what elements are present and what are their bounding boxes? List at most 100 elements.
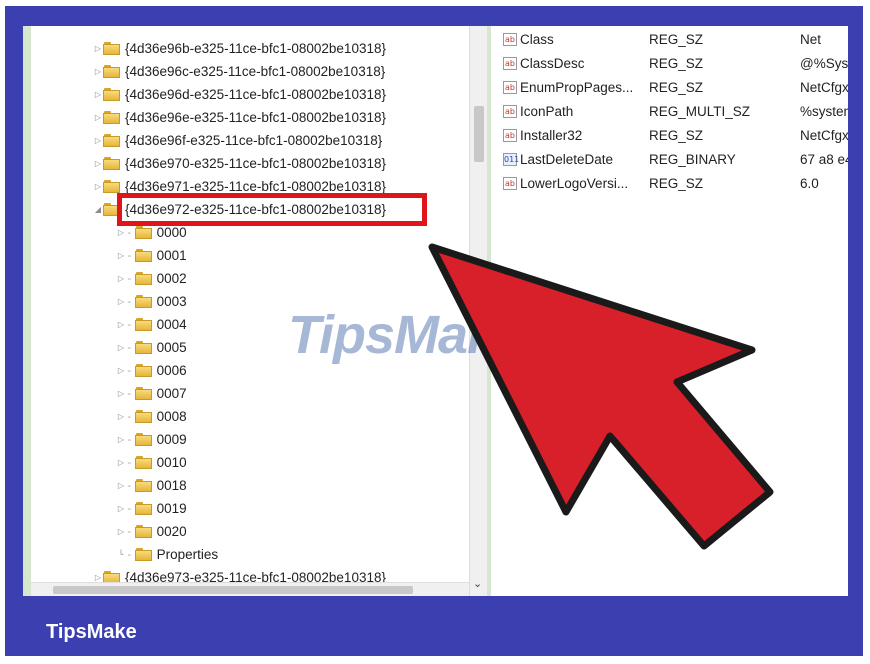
folder-icon: [134, 248, 152, 262]
string-value-icon: ab: [503, 104, 517, 118]
folder-icon: [134, 524, 152, 538]
folder-icon: [134, 386, 152, 400]
folder-icon: [103, 110, 120, 124]
registry-value-row[interactable]: ab EnumPropPages... REG_SZ NetCfgx.: [491, 76, 848, 98]
footer-brand: TipsMake: [46, 621, 137, 643]
expand-arrow-icon[interactable]: ▷: [116, 481, 126, 490]
value-type: REG_MULTI_SZ: [649, 103, 751, 119]
expand-arrow-icon[interactable]: ▷: [116, 527, 126, 536]
tree-connector-line: -: [126, 547, 133, 561]
scroll-down-icon[interactable]: ⌄: [473, 577, 482, 590]
expand-arrow-icon[interactable]: ▷: [116, 366, 126, 375]
value-name: Installer32: [520, 127, 583, 143]
expand-arrow-icon[interactable]: ▷: [93, 136, 103, 145]
registry-value-row[interactable]: abClassDesc REG_SZ @%Syste: [491, 52, 848, 74]
expand-arrow-icon[interactable]: ▷: [116, 504, 126, 513]
tree-subkey[interactable]: ▷ - 0001: [116, 244, 187, 266]
expand-arrow-icon[interactable]: ▷: [93, 573, 103, 582]
value-data: %system: [800, 103, 848, 119]
selected-key-highlight: [117, 193, 427, 226]
folder-icon: [134, 478, 152, 492]
tree-subkey[interactable]: ▷ - 0007: [116, 382, 187, 404]
folder-icon: [134, 317, 152, 331]
tree-vertical-scrollbar[interactable]: ⌄: [469, 26, 488, 596]
folder-icon: [134, 363, 152, 377]
folder-icon: [134, 340, 152, 354]
folder-icon: [103, 133, 120, 147]
expand-arrow-icon[interactable]: ▷: [116, 435, 126, 444]
tree-subkey[interactable]: ▷ - 0010: [116, 451, 187, 473]
scrollbar-thumb[interactable]: [474, 106, 484, 162]
tree-item-label: 0005: [156, 339, 187, 355]
tree-subkey[interactable]: ▷ - 0004: [116, 313, 187, 335]
expand-arrow-icon[interactable]: ▷: [116, 389, 126, 398]
tree-subkey[interactable]: └ - Properties: [116, 543, 219, 565]
expand-arrow-icon[interactable]: ▷: [116, 412, 126, 421]
folder-icon: [134, 455, 152, 469]
tree-connector-line: -: [126, 501, 133, 515]
tree-subkey[interactable]: ▷ - 0009: [116, 428, 187, 450]
tree-item-label: 0001: [156, 247, 187, 263]
expand-arrow-icon[interactable]: ▷: [116, 458, 126, 467]
folder-icon: [103, 41, 120, 55]
value-type: REG_SZ: [649, 175, 704, 191]
registry-value-row[interactable]: ab Class REG_SZ Net: [491, 28, 848, 50]
registry-key-tree[interactable]: ▷ {4d36e96b-e325-11ce-bfc1-08002be10318} ▷…: [31, 26, 469, 596]
tree-item-label: 0004: [156, 316, 187, 332]
expand-arrow-icon[interactable]: ▷: [116, 228, 126, 237]
registry-value-row[interactable]: 011LastDeleteDate REG_BINARY 67 a8 e4 (: [491, 148, 848, 170]
expand-arrow-icon[interactable]: ▷: [93, 113, 103, 122]
registry-value-row[interactable]: abIconPath REG_MULTI_SZ %system: [491, 100, 848, 122]
tree-key-guid[interactable]: ▷ {4d36e96d-e325-11ce-bfc1-08002be10318}: [93, 83, 386, 105]
tree-subkey[interactable]: ▷ - 0006: [116, 359, 187, 381]
tree-item-label: {4d36e96b-e325-11ce-bfc1-08002be10318}: [125, 40, 386, 56]
tree-connector-line: -: [126, 294, 133, 308]
collapse-arrow-icon[interactable]: ◢: [93, 205, 103, 214]
tree-connector-line: -: [126, 524, 133, 538]
tree-item-label: {4d36e96d-e325-11ce-bfc1-08002be10318}: [125, 86, 386, 102]
tree-key-guid[interactable]: ▷ {4d36e96e-e325-11ce-bfc1-08002be10318}: [93, 106, 386, 128]
value-name: IconPath: [520, 103, 574, 119]
tree-item-label: {4d36e96f-e325-11ce-bfc1-08002be10318}: [125, 132, 383, 148]
expand-arrow-icon[interactable]: ▷: [93, 44, 103, 53]
string-value-icon: ab: [503, 32, 517, 46]
expand-arrow-icon[interactable]: ▷: [116, 297, 126, 306]
expand-arrow-icon[interactable]: ▷: [93, 182, 103, 191]
tree-key-guid[interactable]: ▷ {4d36e96c-e325-11ce-bfc1-08002be10318}: [93, 60, 385, 82]
registry-values-list[interactable]: abClassREG_SZNetabClassDescREG_SZ@%Syste…: [491, 26, 848, 596]
binary-value-icon: 011: [503, 152, 520, 166]
expand-arrow-icon[interactable]: ▷: [93, 90, 103, 99]
value-type: REG_SZ: [649, 55, 704, 71]
expand-arrow-icon[interactable]: ▷: [93, 159, 103, 168]
tree-subkey[interactable]: ▷ - 0020: [116, 520, 187, 542]
expand-arrow-icon[interactable]: ▷: [116, 251, 126, 260]
folder-icon: [134, 271, 152, 285]
tree-subkey[interactable]: ▷ - 0005: [116, 336, 187, 358]
tree-subkey[interactable]: ▷ - 0002: [116, 267, 187, 289]
expand-arrow-icon[interactable]: ▷: [116, 274, 126, 283]
tree-horizontal-scrollbar[interactable]: [31, 582, 469, 596]
registry-value-row[interactable]: ab Installer32 REG_SZ NetCfgx.: [491, 124, 848, 146]
tree-key-guid[interactable]: ▷ {4d36e970-e325-11ce-bfc1-08002be10318}: [93, 152, 386, 174]
tree-subkey[interactable]: ▷ - 0019: [116, 497, 187, 519]
tree-subkey[interactable]: ▷ - 0008: [116, 405, 187, 427]
tree-item-label: 0010: [156, 454, 187, 470]
tree-item-label: 0006: [156, 362, 187, 378]
tree-item-label: 0000: [156, 224, 187, 240]
value-type: REG_BINARY: [649, 151, 736, 167]
tree-connector-line: -: [126, 386, 133, 400]
tree-subkey[interactable]: ▷ - 0003: [116, 290, 187, 312]
scrollbar-thumb[interactable]: [53, 586, 413, 594]
tree-connector-line: -: [126, 432, 133, 446]
registry-value-row[interactable]: ab LowerLogoVersi... REG_SZ 6.0: [491, 172, 848, 194]
expand-arrow-icon[interactable]: ▷: [93, 67, 103, 76]
tree-key-guid[interactable]: ▷ {4d36e96b-e325-11ce-bfc1-08002be10318}: [93, 37, 386, 59]
tree-item-label: {4d36e96c-e325-11ce-bfc1-08002be10318}: [125, 63, 386, 79]
tree-connector-line: -: [126, 478, 133, 492]
tree-subkey[interactable]: ▷ - 0018: [116, 474, 187, 496]
tree-item-label: {4d36e970-e325-11ce-bfc1-08002be10318}: [125, 155, 386, 171]
expand-arrow-icon[interactable]: ▷: [116, 320, 126, 329]
expand-arrow-icon[interactable]: ▷: [116, 343, 126, 352]
value-data: Net: [800, 31, 822, 47]
tree-key-guid[interactable]: ▷ {4d36e96f-e325-11ce-bfc1-08002be10318}: [93, 129, 382, 151]
